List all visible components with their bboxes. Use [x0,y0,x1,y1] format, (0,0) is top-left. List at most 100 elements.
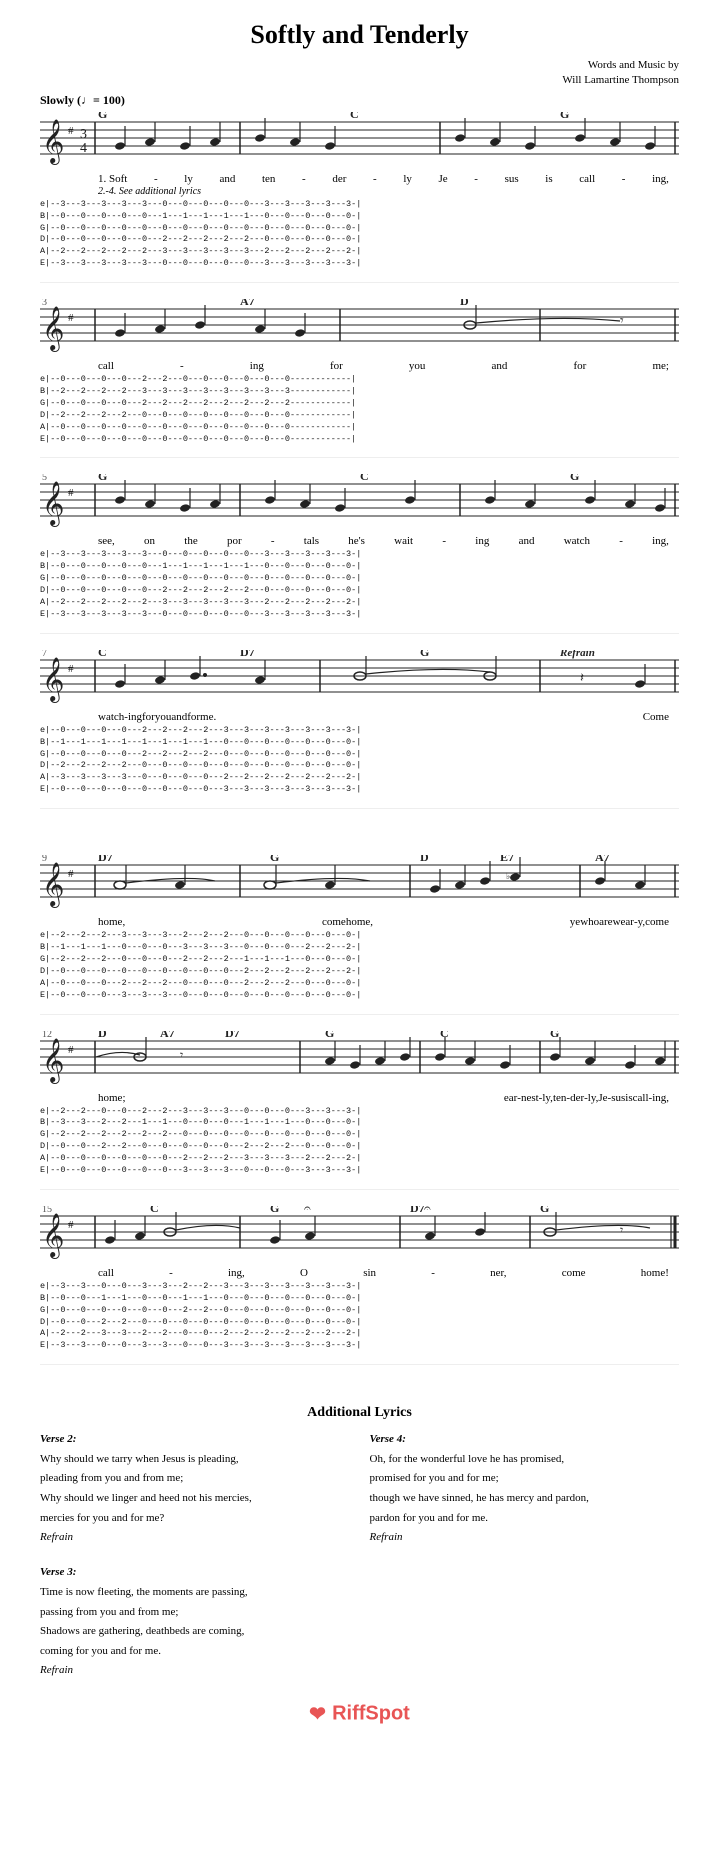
tempo-label: Slowly (♩= 100) [40,93,125,108]
riffspot-icon: ❤ [309,1704,326,1726]
svg-text:3: 3 [42,299,47,308]
verse3-line1: Time is now fleeting, the moments are pa… [40,1584,350,1602]
verse4-refrain: Refrain [370,1529,680,1547]
svg-text:𝄐: 𝄐 [304,1206,311,1215]
svg-text:G: G [420,650,429,659]
additional-lyrics-header: Additional Lyrics [40,1405,679,1421]
lyrics-columns: Verse 2: Why should we tarry when Jesus … [40,1431,679,1680]
lyric-row-7: call - ing, O sin - ner, come home! [40,1267,679,1279]
verse2-line3: Why should we linger and heed not his me… [40,1490,350,1508]
notation-row-2: 𝄞 # 3 A7 D [40,299,679,458]
svg-text:G: G [98,112,107,121]
notation-row-5: 𝄞 # 9 D7 G D E7 A7 [40,855,679,1014]
svg-text:G: G [560,112,569,121]
verse2-line1: Why should we tarry when Jesus is pleadi… [40,1451,350,1469]
attribution: Words and Music by Will Lamartine Thomps… [40,58,679,89]
svg-text:D: D [98,1031,107,1040]
svg-text:7: 7 [42,650,47,659]
svg-text:C: C [350,112,359,121]
svg-text:#: # [68,1219,74,1231]
svg-text:C: C [360,474,369,483]
svg-text:C: C [98,650,107,659]
lyric-row-1: 1. Soft - ly and ten - der - ly Je - sus… [40,173,679,185]
svg-text:C: C [150,1206,159,1215]
verse4-line4: pardon for you and for me. [370,1510,680,1528]
svg-text:G: G [550,1031,559,1040]
svg-text:𝄽: 𝄽 [580,670,584,685]
tab-grid-4: e|--0---0---0---0---2---2---2---2---3---… [40,725,679,796]
tab-grid-6: e|--2---2---0---0---2---2---3---3---3---… [40,1106,679,1177]
notation-row-7: 𝄞 # 15 C G D7 G [40,1206,679,1365]
lyric-row-5: home, come home, ye who are wear - y, co… [40,916,679,928]
staff-svg-6: 𝄞 # 12 D A7 D7 G C G 𝄾 [40,1031,679,1091]
verse2-title: Verse 2: [40,1431,350,1449]
svg-text:D: D [420,855,429,864]
lyric-row-1b: 2.-4. See additional lyrics [40,186,679,197]
svg-text:𝄞: 𝄞 [42,658,64,703]
svg-text:A7: A7 [595,855,610,864]
tab-grid-7: e|--3---3---0---0---3---3---2---2---3---… [40,1281,679,1352]
svg-text:G: G [570,474,579,483]
staff-svg-5: 𝄞 # 9 D7 G D E7 A7 [40,855,679,915]
verse3-line2: passing from you and from me; [40,1604,350,1622]
svg-text:G: G [270,855,279,864]
page-title: Softly and Tenderly [40,20,679,50]
tab-grid-3: e|--3---3---3---3---3---0---0---0---0---… [40,549,679,620]
verse3-title: Verse 3: [40,1564,350,1582]
svg-text:#: # [68,1044,74,1056]
svg-text:𝄾: 𝄾 [620,1223,623,1237]
svg-text:#: # [68,487,74,499]
lyric-row-3: see, on the por - tals he's wait - ing a… [40,535,679,547]
verse3-refrain: Refrain [40,1662,350,1680]
svg-text:𝄞: 𝄞 [42,120,64,165]
attribution-line2: Will Lamartine Thompson [562,74,679,86]
svg-text:#: # [68,868,74,880]
svg-text:D7: D7 [240,650,255,659]
svg-text:12: 12 [42,1031,52,1040]
svg-text:#: # [68,663,74,675]
verse4-line3: though we have sinned, he has mercy and … [370,1490,680,1508]
page: Softly and Tenderly Words and Music by W… [0,0,719,1767]
verse3-line3: Shadows are gathering, deathbeds are com… [40,1623,350,1641]
riffspot-branding: ❤ RiffSpot [40,1700,679,1727]
svg-text:𝄾: 𝄾 [180,1048,183,1062]
staff-svg-3: 𝄞 # 5 G C G [40,474,679,534]
svg-text:A7: A7 [240,299,255,308]
tab-grid-2: e|--0---0---0---0---2---2---0---0---0---… [40,374,679,445]
svg-text:𝄞: 𝄞 [42,863,64,908]
svg-text:#: # [68,312,74,324]
attribution-line1: Words and Music by [588,59,679,71]
svg-text:D7: D7 [98,855,113,864]
svg-text:D7: D7 [410,1206,425,1215]
svg-text:𝄞: 𝄞 [42,482,64,527]
notation-row-3: 𝄞 # 5 G C G [40,474,679,633]
svg-text:𝄞: 𝄞 [42,1039,64,1084]
verse2-refrain: Refrain [40,1529,350,1547]
staff-svg-4: 𝄞 # 7 C D7 G Refrain [40,650,679,710]
tab-grid-5: e|--2---2---2---3---3---3---2---2---2---… [40,930,679,1001]
svg-text:E7: E7 [500,855,514,864]
additional-lyrics-section: Additional Lyrics Verse 2: Why should we… [40,1395,679,1680]
svg-text:♭: ♭ [506,871,510,881]
lyric-row-2: call - ing for you and for me; [40,360,679,372]
svg-text:D7: D7 [225,1031,240,1040]
verse4-line2: promised for you and for me; [370,1470,680,1488]
svg-text:15: 15 [42,1206,52,1215]
svg-text:3: 3 [80,127,87,142]
verse2-line2: pleading from you and from me; [40,1470,350,1488]
svg-text:𝄞: 𝄞 [42,307,64,352]
notation-row-1: Slowly (♩= 100) 𝄞 # 3 4 G C G [40,93,679,283]
svg-text:G: G [98,474,107,483]
tab-grid-1: e|--3---3---3---3---3---0---0---0---0---… [40,199,679,270]
svg-text:𝄾: 𝄾 [620,314,624,329]
notation-row-4: 𝄞 # 7 C D7 G Refrain [40,650,679,809]
svg-text:5: 5 [42,474,47,483]
verse4-line1: Oh, for the wonderful love he has promis… [370,1451,680,1469]
staff-svg-2: 𝄞 # 3 A7 D [40,299,679,359]
staff-svg-1: 𝄞 # 3 4 G C G [40,112,679,172]
lyric-row-6: home; ear - nest - ly, ten - der - ly, J… [40,1092,679,1104]
notation-row-6: 𝄞 # 12 D A7 D7 G C G 𝄾 [40,1031,679,1190]
svg-text:Refrain: Refrain [559,650,595,659]
svg-text:A7: A7 [160,1031,175,1040]
svg-text:G: G [270,1206,279,1215]
